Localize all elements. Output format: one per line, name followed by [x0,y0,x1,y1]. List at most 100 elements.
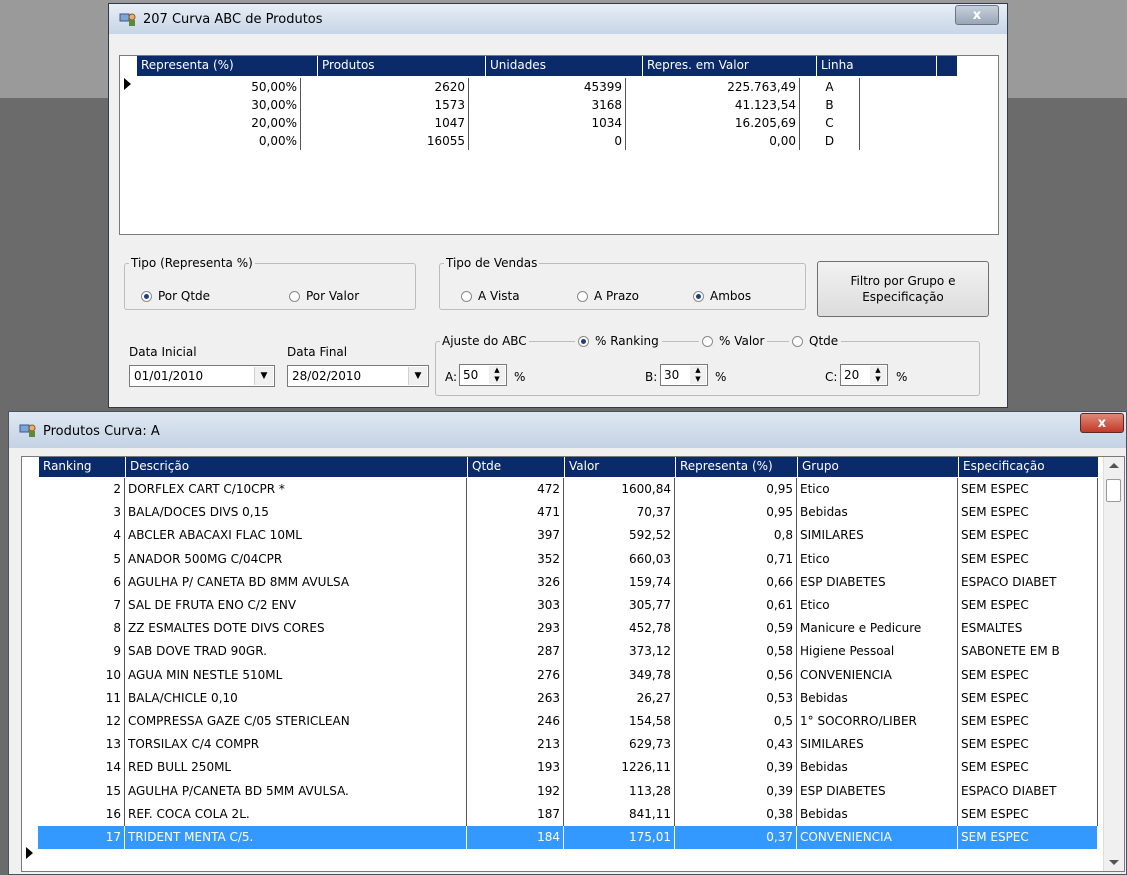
product-row[interactable]: 10 AGUA MIN NESTLE 510ML 276 349,78 0,56 CONV… [38,663,1098,687]
product-row[interactable]: 14 RED BULL 250ML 193 1226,11 0,39 Bebidas SEM… [38,756,1098,780]
table-cell: BALA/DOCES DIVS 0,15 [125,501,467,525]
radio-label: % Ranking [595,334,659,348]
table-cell: 26,27 [564,686,675,710]
product-row[interactable]: 8 ZZ ESMALTES DOTE DIVS CORES 293 452,78 0,5… [38,617,1098,641]
col-header[interactable]: Valor [565,457,676,477]
product-row[interactable]: 4 ABCLER ABACAXI FLAC 10ML 397 592,52 0,8 SIM… [38,524,1098,548]
abc-close-button[interactable]: x [955,5,999,25]
radio-label: % Valor [719,334,765,348]
col-header[interactable]: Descrição [126,457,468,477]
radio-ambos[interactable]: Ambos [693,289,751,303]
product-row[interactable]: 15 AGULHA P/CANETA BD 5MM AVULSA. 192 113,2… [38,779,1098,803]
radio-checked-icon [578,335,589,347]
abc-table-row[interactable]: 50,00% 2620 45399 225.763,49 A [136,78,860,96]
abc-table-row[interactable]: 30,00% 1573 3168 41.123,54 B [136,96,860,114]
table-cell: SAB DOVE TRAD 90GR. [125,640,467,664]
abc-table-row[interactable]: 0,00% 16055 0 0,00 D [136,132,860,150]
curva-close-button[interactable]: x [1080,413,1124,433]
table-cell: 349,78 [564,663,675,687]
col-header[interactable]: Qtde [468,457,565,477]
data-inicial-picker[interactable]: 01/01/2010 ▼ [129,365,275,387]
table-cell: 0,59 [675,617,797,641]
table-cell: 5 [38,547,125,571]
table-cell: 841,11 [564,802,675,826]
col-header[interactable]: Representa (%) [676,457,798,477]
scroll-up-icon[interactable] [1109,463,1119,468]
spinner-arrows-icon[interactable]: ▲ ▼ [489,366,505,384]
table-cell: SEM ESPEC [958,802,1098,826]
product-row[interactable]: 9 SAB DOVE TRAD 90GR. 287 373,12 0,58 Higiene… [38,640,1098,664]
table-cell: 2 [38,478,125,502]
curva-grid[interactable]: Ranking Descrição Qtde Valor Representa … [21,456,1125,872]
abc-table-row[interactable]: 20,00% 1047 1034 16.205,69 C [136,114,860,132]
col-header[interactable]: Especificação [959,457,1099,477]
table-cell: 0,71 [675,547,797,571]
table-cell: Etico [797,594,958,618]
product-row[interactable]: 16 REF. COCA COLA 2L. 187 841,11 0,38 Bebidas… [38,802,1098,826]
product-row[interactable]: 12 COMPRESSA GAZE C/05 STERICLEAN 246 154,5… [38,710,1098,734]
spinner-arrows-icon[interactable]: ▲ ▼ [690,366,706,384]
product-row[interactable]: 5 ANADOR 500MG C/04CPR 352 660,03 0,71 Etico S… [38,547,1098,571]
table-cell: 0,53 [675,686,797,710]
product-row[interactable]: 7 SAL DE FRUTA ENO C/2 ENV 303 305,77 0,61 Et… [38,594,1098,618]
table-cell: 16055 [301,132,469,150]
radio-qtde[interactable]: Qtde [789,334,842,348]
product-row[interactable]: 13 TORSILAX C/4 COMPR 213 629,73 0,43 SIMILAR… [38,733,1098,757]
b-unit: % [715,370,727,384]
radio-pct-valor[interactable]: % Valor [699,334,768,348]
radio-pct-ranking[interactable]: % Ranking [575,334,662,348]
row-indicator-icon [124,78,131,90]
col-header[interactable]: Grupo [798,457,959,477]
product-row[interactable]: 2 DORFLEX CART C/10CPR * 472 1600,84 0,95 Eti… [38,478,1098,502]
table-cell: 352 [467,547,564,571]
radio-por-qtde[interactable]: Por Qtde [141,289,210,303]
table-cell: 193 [467,756,564,780]
table-cell: 4 [38,524,125,548]
col-header[interactable]: Produtos [318,56,486,76]
product-row[interactable]: 3 BALA/DOCES DIVS 0,15 471 70,37 0,95 Bebidas… [38,501,1098,525]
radio-a-vista[interactable]: A Vista [461,289,520,303]
table-cell: 1047 [301,114,469,132]
table-cell: 592,52 [564,524,675,548]
table-cell: 0,66 [675,570,797,594]
filtro-grupo-button[interactable]: Filtro por Grupo e Especificação [817,261,989,317]
vertical-scrollbar[interactable] [1103,457,1124,871]
radio-label: A Prazo [594,289,639,303]
b-spinner[interactable]: 30 ▲ ▼ [660,364,708,386]
scroll-down-icon[interactable] [1109,860,1119,865]
product-row[interactable]: 6 AGULHA P/ CANETA BD 8MM AVULSA 326 159,74… [38,570,1098,594]
product-row[interactable]: 11 BALA/CHICLE 0,10 263 26,27 0,53 Bebidas SEM… [38,686,1098,710]
table-cell: 0,95 [675,478,797,502]
abc-summary-grid[interactable]: Representa (%) Produtos Unidades Repres.… [119,55,999,235]
scroll-thumb[interactable] [1106,479,1121,502]
col-header[interactable]: Unidades [486,56,643,76]
col-header[interactable]: Linha [817,56,937,76]
table-cell: SEM ESPEC [958,756,1098,780]
data-inicial-value: 01/01/2010 [134,369,204,383]
table-cell: 246 [467,710,564,734]
table-cell: SABONETE EM B [958,640,1098,664]
radio-unchecked-icon [289,290,300,302]
col-header[interactable]: Repres. em Valor [643,56,817,76]
a-spinner[interactable]: 50 ▲ ▼ [459,364,507,386]
radio-label: Por Valor [306,289,360,303]
abc-titlebar[interactable]: 207 Curva ABC de Produtos x [109,4,1007,34]
vendas-legend: Tipo de Vendas [446,256,538,270]
radio-por-valor[interactable]: Por Valor [289,289,359,303]
table-cell: 0,39 [675,779,797,803]
table-cell: B [800,96,860,114]
c-spinner[interactable]: 20 ▲ ▼ [840,364,888,386]
a-unit: % [514,370,526,384]
chevron-down-icon[interactable]: ▼ [254,367,273,385]
col-header[interactable]: Representa (%) [137,56,318,76]
curva-grid-header: Ranking Descrição Qtde Valor Representa … [39,457,1099,477]
table-cell: 0,39 [675,756,797,780]
spinner-arrows-icon[interactable]: ▲ ▼ [870,366,886,384]
col-header[interactable]: Ranking [39,457,126,477]
data-final-picker[interactable]: 28/02/2010 ▼ [287,365,429,387]
table-cell: SEM ESPEC [958,478,1098,502]
radio-a-prazo[interactable]: A Prazo [577,289,639,303]
curva-titlebar[interactable]: Produtos Curva: A x [9,412,1126,448]
product-row[interactable]: 17 TRIDENT MENTA C/5. 184 175,01 0,37 CONVENI… [38,826,1098,850]
chevron-down-icon[interactable]: ▼ [408,367,427,385]
